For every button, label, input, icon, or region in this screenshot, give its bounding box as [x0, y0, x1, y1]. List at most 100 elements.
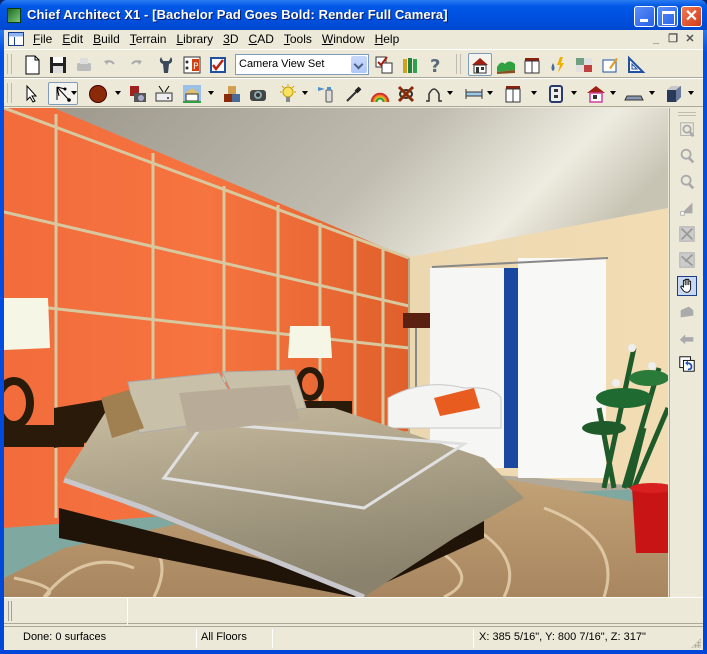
- chevron-down-icon[interactable]: [487, 91, 493, 95]
- check-select-button[interactable]: [206, 53, 230, 76]
- zoom-window-button[interactable]: [677, 120, 697, 140]
- fill-window-all-icon: [679, 252, 695, 268]
- walk-button[interactable]: [677, 302, 697, 322]
- toolbar-grip[interactable]: [678, 112, 696, 116]
- cube-button[interactable]: [662, 82, 686, 105]
- plan-footprint-button[interactable]: P: [180, 53, 204, 76]
- paint-spray-button[interactable]: [314, 82, 338, 105]
- menu-help[interactable]: Help: [370, 32, 405, 46]
- menu-library[interactable]: Library: [171, 32, 218, 46]
- menu-window[interactable]: Window: [317, 32, 370, 46]
- menu-edit[interactable]: Edit: [57, 32, 88, 46]
- menu-build[interactable]: Build: [88, 32, 125, 46]
- menu-cad[interactable]: CAD: [244, 32, 279, 46]
- pan-hand-button[interactable]: [677, 276, 697, 296]
- chevron-down-icon[interactable]: [571, 91, 577, 95]
- undo-zoom-icon: [679, 356, 695, 372]
- menu-terrain[interactable]: Terrain: [125, 32, 172, 46]
- zoom-in-button[interactable]: [677, 146, 697, 166]
- menu-tools[interactable]: Tools: [279, 32, 317, 46]
- standard-toolbar: P Camera View Set ?: [4, 49, 703, 78]
- chevron-down-icon[interactable]: [115, 91, 121, 95]
- fill-window-building-button[interactable]: [677, 224, 697, 244]
- slab-button[interactable]: [622, 82, 646, 105]
- undo-button[interactable]: [98, 53, 122, 76]
- camera-button[interactable]: [246, 82, 270, 105]
- library-browser-button[interactable]: [398, 53, 422, 76]
- materials-mode-button[interactable]: [572, 53, 596, 76]
- title-bar[interactable]: Chief Architect X1 - [Bachelor Pad Goes …: [0, 0, 707, 30]
- document-system-menu-icon[interactable]: [8, 32, 24, 46]
- fill-window-button[interactable]: [677, 198, 697, 218]
- dock-grip[interactable]: [8, 601, 12, 621]
- house-tool-button[interactable]: [584, 82, 608, 105]
- floor-plan-mode-button[interactable]: [468, 53, 492, 76]
- chevron-down-icon[interactable]: [531, 91, 537, 95]
- save-camera-button[interactable]: [126, 82, 150, 105]
- arc-tool-button[interactable]: [422, 82, 446, 105]
- terrain-mode-button[interactable]: [494, 53, 518, 76]
- undo-zoom-button[interactable]: [677, 354, 697, 374]
- light-button[interactable]: [276, 82, 300, 105]
- minimize-button[interactable]: [634, 6, 655, 27]
- chevron-down-icon[interactable]: [208, 91, 214, 95]
- camera-save-icon: [130, 85, 146, 102]
- document-close-button[interactable]: ✕: [683, 32, 697, 46]
- rotate-button[interactable]: [677, 328, 697, 348]
- eyedropper-button[interactable]: [342, 82, 366, 105]
- toolbar-grip[interactable]: [456, 54, 461, 74]
- delete-button[interactable]: [394, 82, 418, 105]
- chevron-down-icon[interactable]: [302, 91, 308, 95]
- floor-lamp-shade: [403, 313, 430, 328]
- document-minimize-button[interactable]: _: [649, 32, 663, 46]
- layout-mode-button[interactable]: [624, 53, 648, 76]
- window-title: Chief Architect X1 - [Bachelor Pad Goes …: [27, 7, 448, 22]
- blocks-icon: [224, 85, 240, 102]
- print-button[interactable]: [72, 53, 96, 76]
- close-button[interactable]: ✕: [681, 6, 702, 27]
- chevron-down-icon[interactable]: [71, 91, 77, 95]
- select-objects-button[interactable]: [20, 82, 44, 105]
- redo-icon: [131, 59, 142, 65]
- chevron-down-icon[interactable]: [351, 56, 367, 73]
- electrical-mode-button[interactable]: [546, 53, 570, 76]
- save-icon: [50, 56, 66, 73]
- redo-button[interactable]: [124, 53, 148, 76]
- toolbar-grip[interactable]: [7, 54, 12, 74]
- outlet-button[interactable]: [544, 82, 568, 105]
- document-restore-button[interactable]: ❐: [666, 32, 680, 46]
- render-viewport[interactable]: [4, 108, 668, 597]
- material-ball-button[interactable]: [86, 82, 110, 105]
- cad-mode-button[interactable]: [598, 53, 622, 76]
- rainbow-button[interactable]: [368, 82, 392, 105]
- chevron-down-icon[interactable]: [447, 91, 453, 95]
- triangle-ruler-icon: [628, 55, 646, 73]
- help-button[interactable]: ?: [424, 53, 448, 76]
- maximize-button[interactable]: [657, 6, 678, 27]
- blocks-button[interactable]: [220, 82, 244, 105]
- chief-architect-app-icon[interactable]: [7, 8, 21, 23]
- status-divider: [196, 629, 197, 648]
- dimension-button[interactable]: [462, 82, 486, 105]
- cabinet-tool-button[interactable]: [501, 82, 525, 105]
- materials-grid-icon: [576, 57, 592, 72]
- cabinet-mode-button[interactable]: [520, 53, 544, 76]
- decorative-pillow: [179, 388, 250, 433]
- save-button[interactable]: [46, 53, 70, 76]
- eyedropper-icon: [346, 86, 362, 102]
- menu-3d[interactable]: 3D: [218, 32, 243, 46]
- print-render-button[interactable]: [152, 82, 176, 105]
- new-document-button[interactable]: [20, 53, 44, 76]
- resize-grip[interactable]: [691, 638, 701, 648]
- fill-window-all-button[interactable]: [677, 250, 697, 270]
- select-objects-toggle-button[interactable]: [372, 53, 396, 76]
- toolbar-grip[interactable]: [7, 83, 12, 103]
- chevron-down-icon[interactable]: [610, 91, 616, 95]
- menu-file[interactable]: File: [28, 32, 57, 46]
- view-set-dropdown[interactable]: Camera View Set: [235, 54, 369, 75]
- zoom-out-button[interactable]: [677, 172, 697, 192]
- house-view-button[interactable]: [180, 82, 204, 105]
- chevron-down-icon[interactable]: [649, 91, 655, 95]
- chevron-down-icon[interactable]: [688, 91, 694, 95]
- preferences-button[interactable]: [154, 53, 178, 76]
